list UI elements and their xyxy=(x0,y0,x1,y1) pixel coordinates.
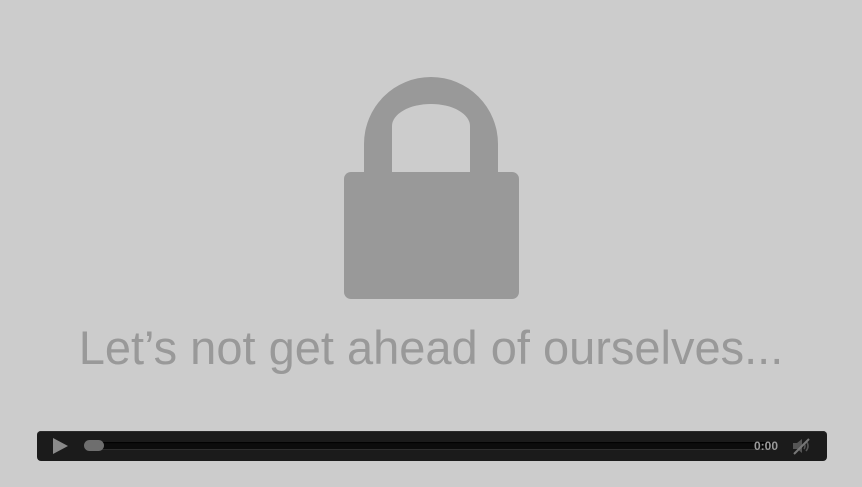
lock-icon xyxy=(344,77,519,299)
locked-message: Let’s not get ahead of ourselves... xyxy=(78,321,784,374)
progress-track[interactable] xyxy=(84,440,773,451)
volume-muted-icon xyxy=(793,438,810,455)
video-controls-bar: 0:00 xyxy=(37,431,827,461)
time-display: 0:00 xyxy=(753,439,778,453)
play-button[interactable] xyxy=(47,435,71,457)
mute-button[interactable] xyxy=(791,436,811,456)
video-placeholder: Let’s not get ahead of ourselves... 0:00 xyxy=(0,0,862,487)
play-icon xyxy=(53,438,68,454)
progress-handle[interactable] xyxy=(84,440,104,451)
